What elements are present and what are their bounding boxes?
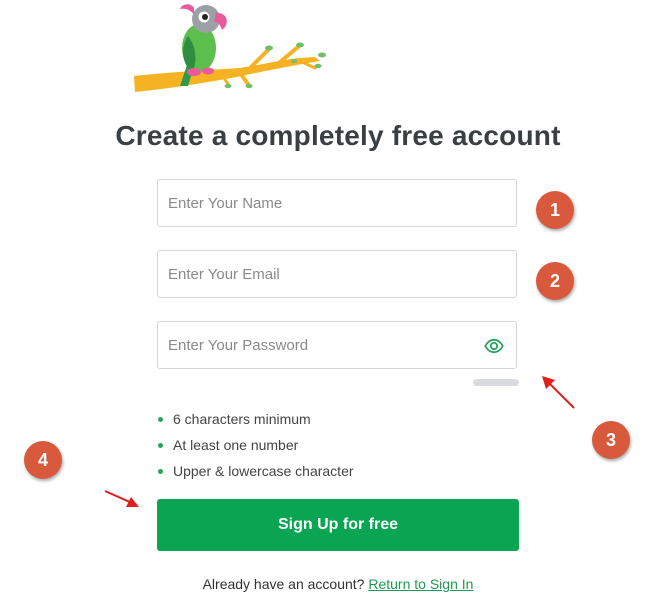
signin-prompt: Already have an account? Return to Sign … xyxy=(0,576,666,592)
requirement-item: At least one number xyxy=(157,434,354,460)
email-input[interactable] xyxy=(158,251,468,297)
parrot-logo xyxy=(134,4,326,92)
signin-prompt-text: Already have an account? xyxy=(202,576,365,592)
requirement-item: 6 characters minimum xyxy=(157,408,354,434)
password-field-box xyxy=(157,321,517,369)
eye-icon[interactable] xyxy=(484,336,504,356)
annotation-badge-1: 1 xyxy=(536,191,574,229)
page-title: Create a completely free account xyxy=(115,120,561,151)
requirement-item: Upper & lowercase character xyxy=(157,460,354,486)
annotation-badge-3: 3 xyxy=(592,421,630,459)
name-input[interactable] xyxy=(158,180,468,226)
password-input[interactable] xyxy=(158,322,468,368)
red-arrow-icon xyxy=(542,376,575,409)
requirement-text: 6 characters minimum xyxy=(173,411,311,427)
red-arrow-icon xyxy=(104,490,139,507)
return-to-signin-link[interactable]: Return to Sign In xyxy=(368,576,473,592)
bullet-icon xyxy=(158,469,163,474)
bullet-icon xyxy=(158,417,163,422)
requirement-text: Upper & lowercase character xyxy=(173,463,354,479)
annotation-badge-2: 2 xyxy=(536,262,574,300)
signup-button[interactable]: Sign Up for free xyxy=(157,499,519,551)
name-field-box xyxy=(157,179,517,227)
email-field-box xyxy=(157,250,517,298)
password-strength-bar xyxy=(473,379,519,386)
password-requirements-list: 6 characters minimum At least one number… xyxy=(157,408,354,486)
requirement-text: At least one number xyxy=(173,437,299,453)
bullet-icon xyxy=(158,443,163,448)
annotation-badge-4: 4 xyxy=(24,441,62,479)
